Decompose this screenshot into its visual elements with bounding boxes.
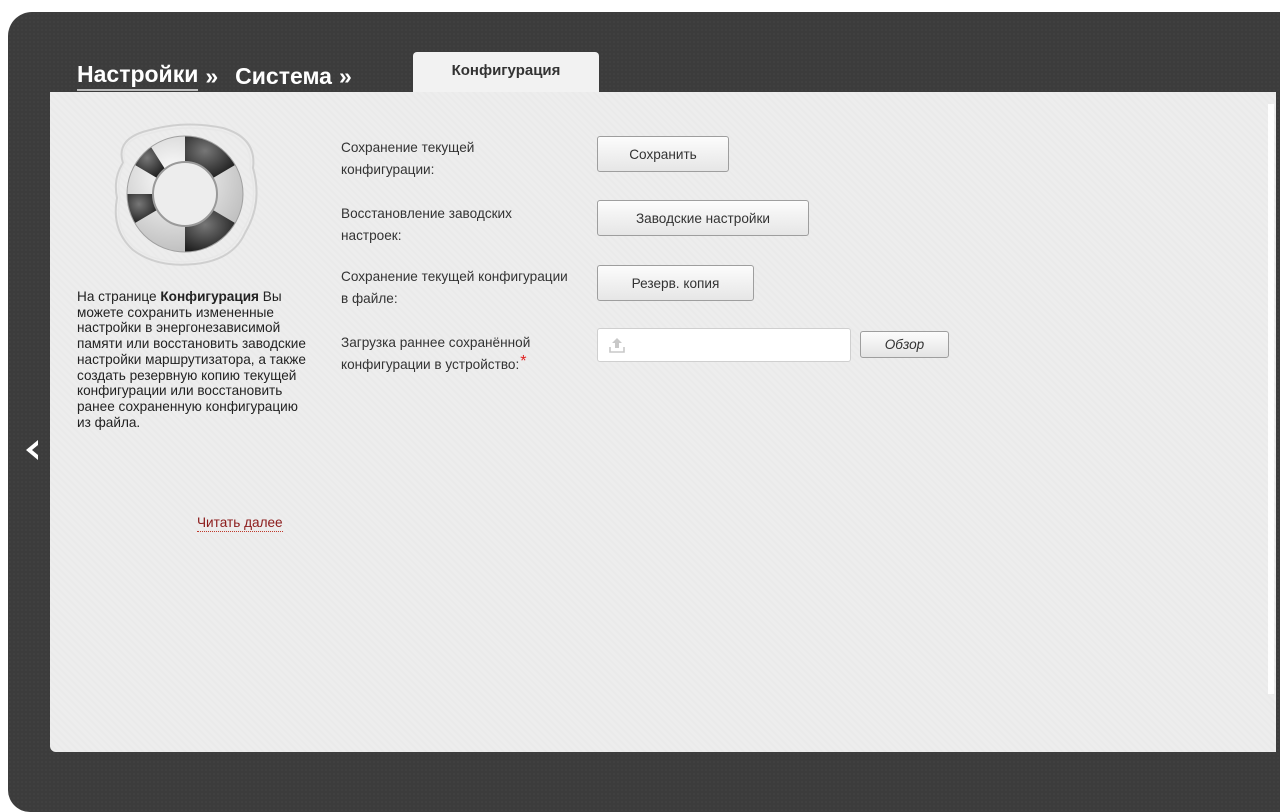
- panel-scroll-edge: [1268, 104, 1274, 694]
- breadcrumb-separator: »: [205, 62, 219, 89]
- description-bold: Конфигурация: [160, 289, 259, 304]
- save-button[interactable]: Сохранить: [597, 136, 729, 172]
- collapse-arrow-icon[interactable]: [22, 436, 46, 464]
- breadcrumb-system[interactable]: Система: [235, 63, 332, 90]
- factory-reset-button[interactable]: Заводские настройки: [597, 200, 809, 236]
- upload-icon: [608, 336, 626, 354]
- read-more-link[interactable]: Читать далее: [197, 515, 283, 532]
- description-prefix: На странице: [77, 289, 161, 304]
- save-config-label: Сохранение текущей конфигурации:: [341, 140, 475, 177]
- required-mark: *: [520, 353, 527, 370]
- breadcrumb-separator: »: [338, 62, 352, 89]
- backup-label: Сохранение текущей конфигурации в файле:: [341, 269, 568, 306]
- factory-reset-label: Восстановление заводских настроек:: [341, 206, 512, 243]
- upload-config-label: Загрузка раннее сохранённой конфигурации…: [341, 332, 571, 376]
- description-text: Вы можете сохранить измененные настройки…: [77, 289, 306, 430]
- backup-button[interactable]: Резерв. копия: [597, 265, 754, 301]
- tab-configuration[interactable]: Конфигурация: [413, 52, 599, 92]
- browse-button[interactable]: Обзор: [860, 331, 949, 358]
- lifebuoy-icon: [105, 118, 265, 268]
- breadcrumb-settings[interactable]: Настройки: [77, 61, 199, 91]
- breadcrumb: Настройки » Система »: [77, 58, 369, 94]
- config-file-field[interactable]: [597, 328, 851, 362]
- upload-config-label-text: Загрузка раннее сохранённой конфигурации…: [341, 335, 531, 372]
- page-description: На странице Конфигурация Вы можете сохра…: [77, 289, 307, 430]
